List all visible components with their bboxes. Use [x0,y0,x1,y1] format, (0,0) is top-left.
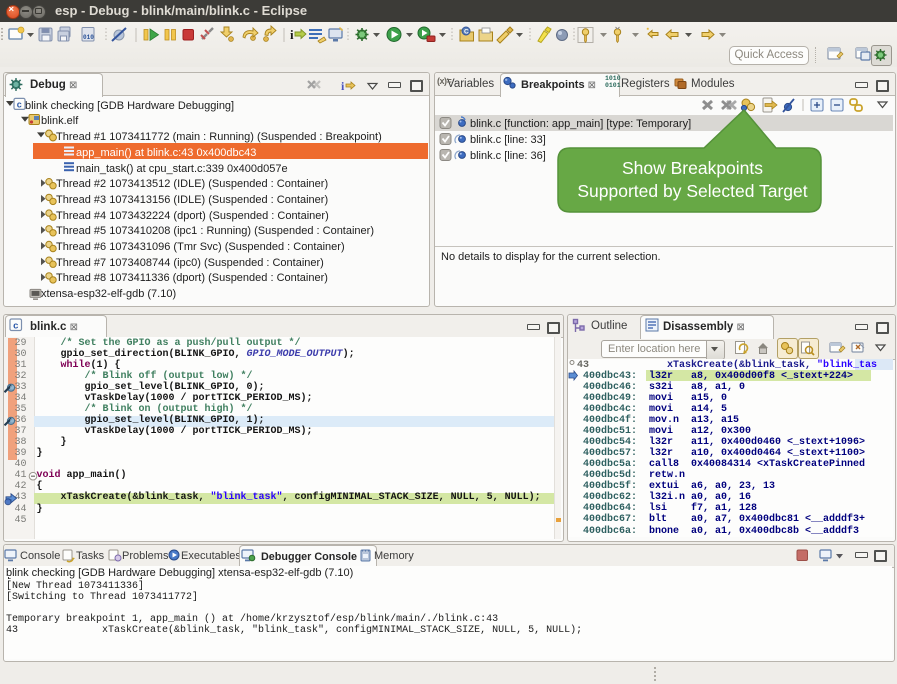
svg-text:C: C [464,29,469,36]
svg-text:i: i [341,79,345,93]
svg-text:010: 010 [83,34,94,41]
svg-text:i: i [290,27,294,42]
svg-text:c: c [13,321,19,332]
